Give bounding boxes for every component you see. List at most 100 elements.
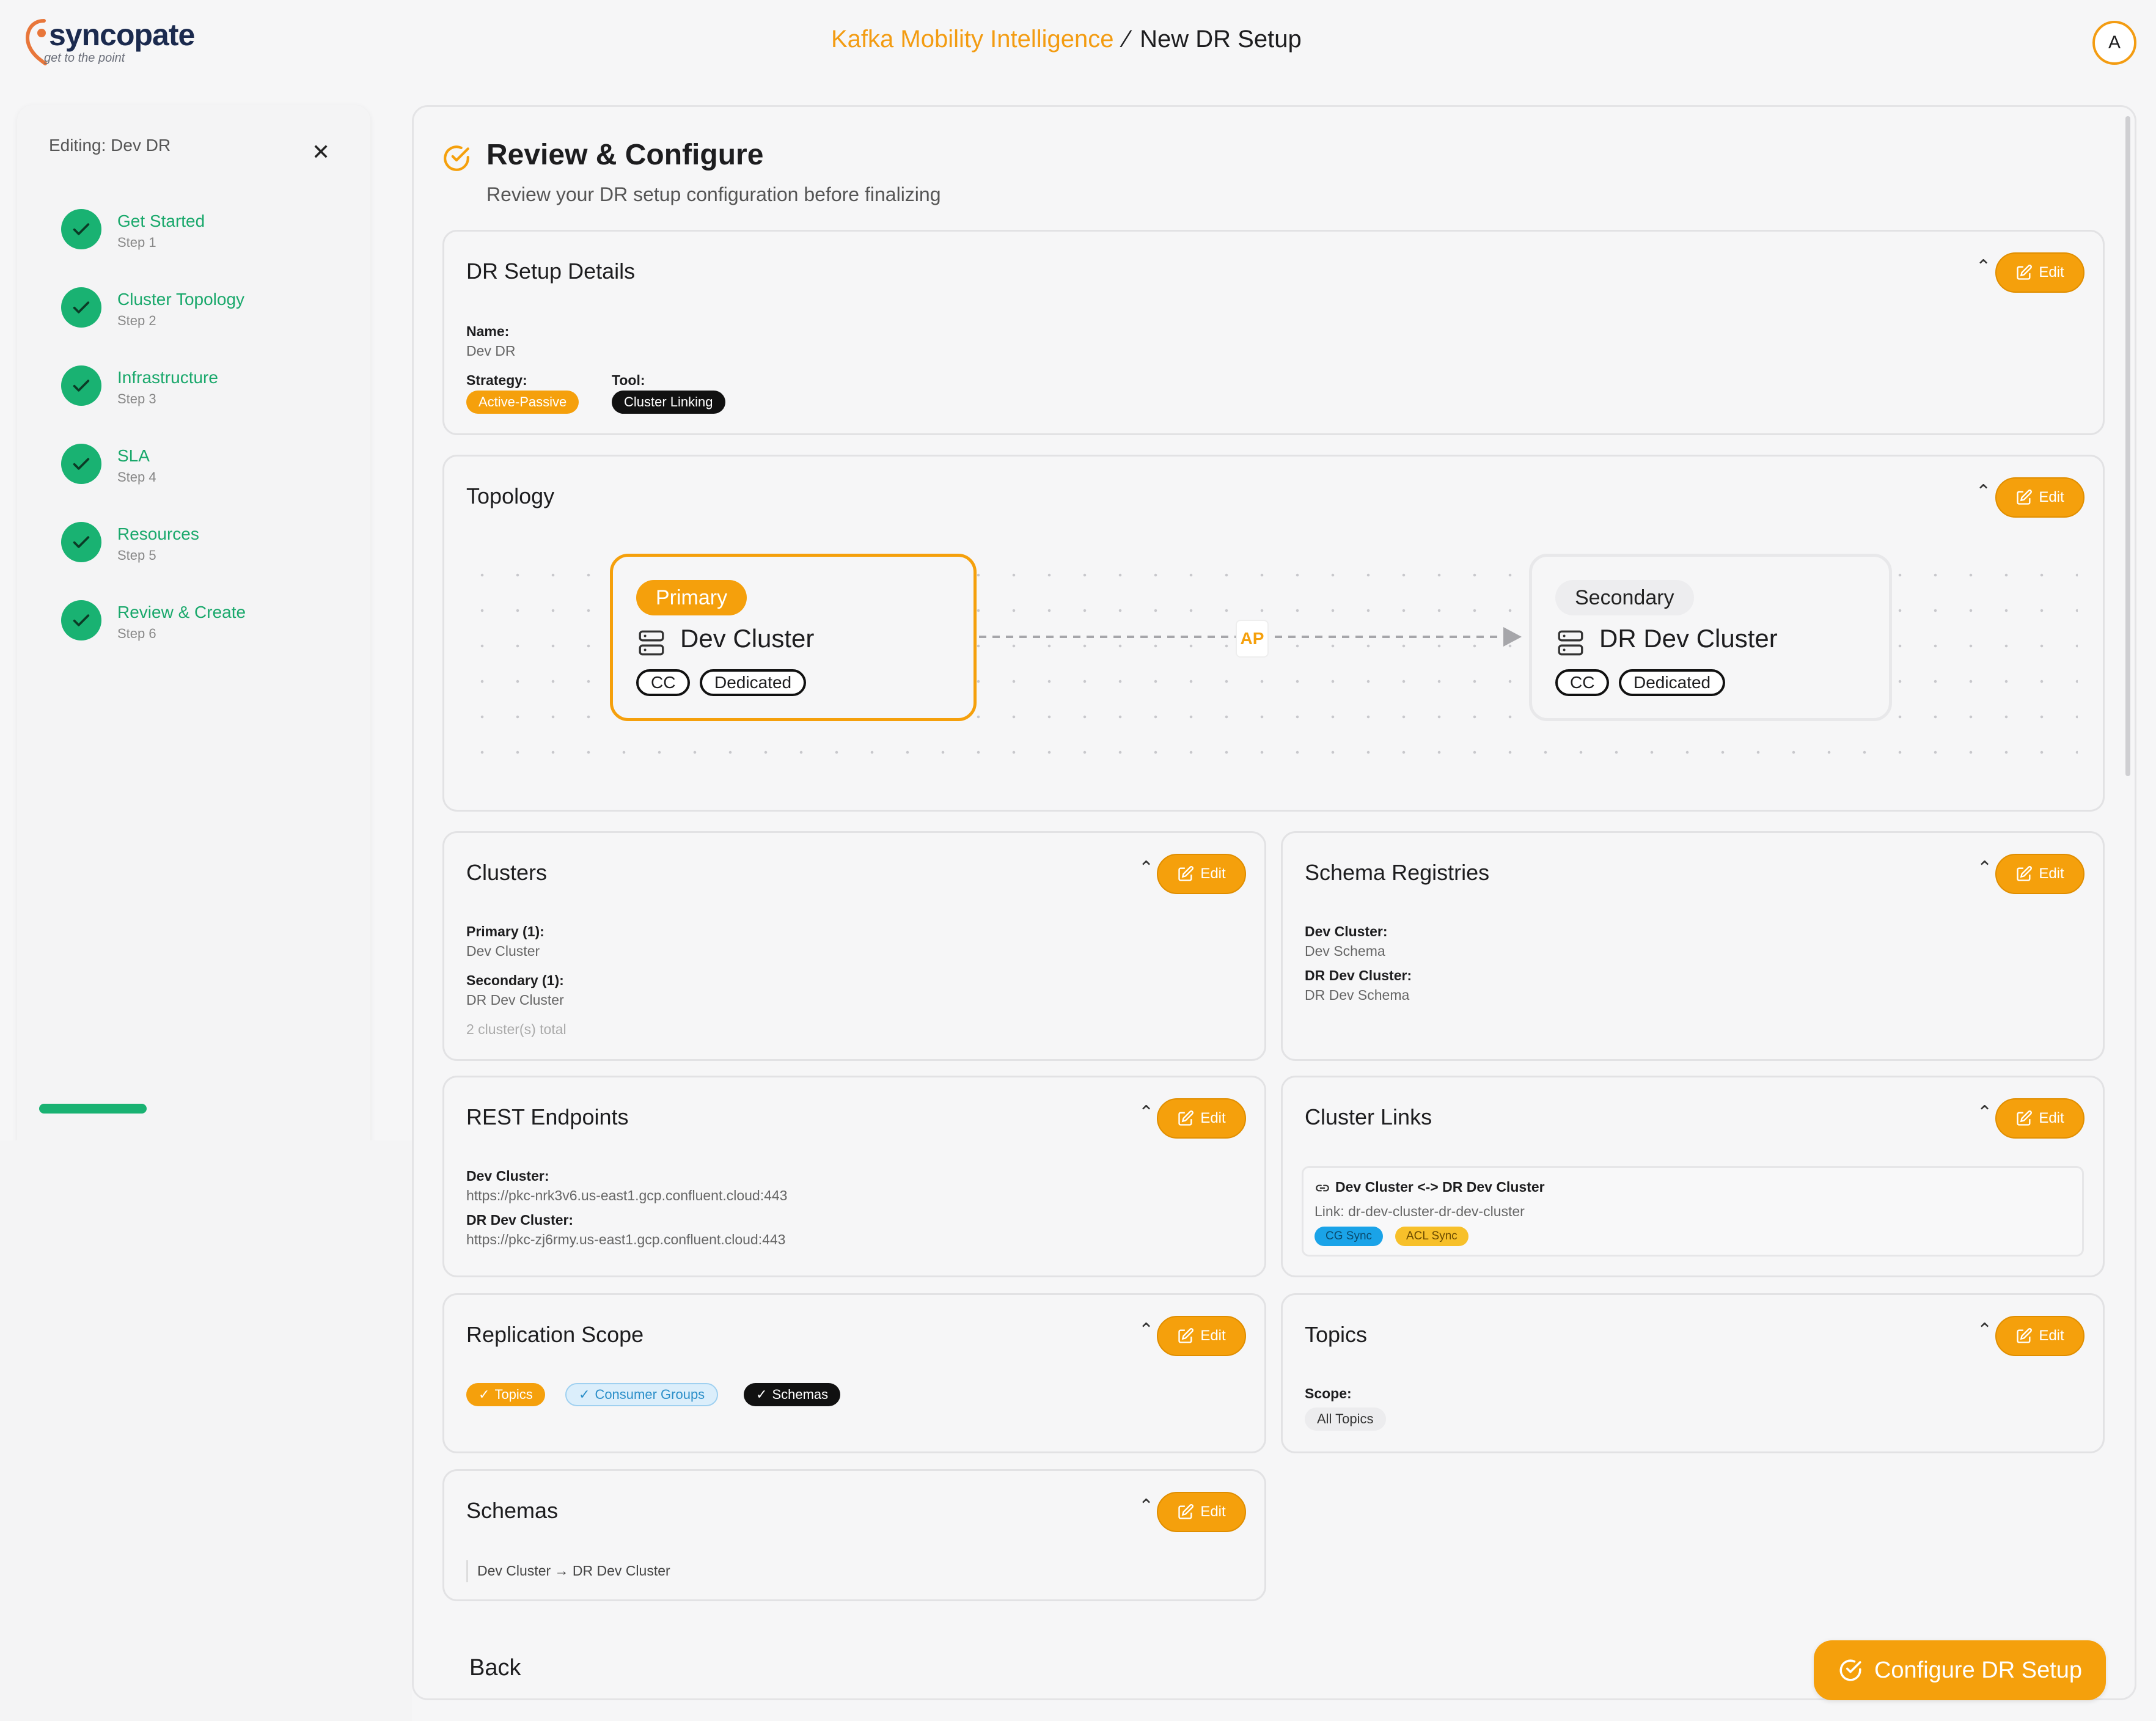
sidebar-step-review-create[interactable]: Review & Create Step 6 xyxy=(61,600,354,661)
tool-label: Tool: xyxy=(612,372,645,388)
edit-cluster-links-button[interactable]: Edit xyxy=(1995,1098,2084,1139)
strategy-label: Strategy: xyxy=(466,372,527,388)
check-icon xyxy=(61,209,101,249)
check-icon xyxy=(61,522,101,562)
chevron-up-icon[interactable]: ⌃ xyxy=(1977,1319,1992,1341)
check-icon: ✓ xyxy=(479,1387,490,1402)
step-number: Step 1 xyxy=(117,235,156,250)
cluster-type-tag: CC xyxy=(636,669,691,696)
chevron-up-icon[interactable]: ⌃ xyxy=(1138,1495,1154,1517)
primary-cluster-node[interactable]: Primary Dev Cluster CC Dedicated xyxy=(610,554,977,721)
edit-rest-endpoints-button[interactable]: Edit xyxy=(1157,1098,1246,1139)
edit-label: Edit xyxy=(2039,1110,2064,1126)
wizard-progress-bar xyxy=(39,1104,147,1114)
card-title: Schema Registries xyxy=(1305,860,1490,885)
edit-label: Edit xyxy=(2039,264,2064,281)
cluster-link-title: Dev Cluster <-> DR Dev Cluster xyxy=(1335,1179,1545,1195)
check-icon xyxy=(61,365,101,406)
step-label: SLA xyxy=(117,446,150,465)
edit-clusters-button[interactable]: Edit xyxy=(1157,854,1246,894)
sidebar-step-sla[interactable]: SLA Step 4 xyxy=(61,444,354,505)
primary-cluster-name: Dev Cluster xyxy=(680,624,815,653)
registry-b-value: DR Dev Schema xyxy=(1305,987,1410,1003)
edit-icon xyxy=(1178,1328,1194,1343)
edit-icon xyxy=(2017,1328,2033,1343)
step-label: Review & Create xyxy=(117,603,246,622)
secondary-cluster-node[interactable]: Secondary DR Dev Cluster CC Dedicated xyxy=(1529,554,1892,721)
registry-a-value: Dev Schema xyxy=(1305,943,1385,959)
sidebar-step-get-started[interactable]: Get Started Step 1 xyxy=(61,209,354,270)
breadcrumb-separator: ∕ xyxy=(1124,26,1129,53)
back-button[interactable]: Back xyxy=(469,1655,521,1681)
chevron-up-icon[interactable]: ⌃ xyxy=(1976,481,1991,502)
step-number: Step 2 xyxy=(117,313,156,328)
edit-label: Edit xyxy=(2039,1327,2064,1344)
edit-replication-scope-button[interactable]: Edit xyxy=(1157,1316,1246,1356)
rest-endpoints-card: REST Endpoints ⌃ Edit Dev Cluster: https… xyxy=(442,1076,1266,1277)
registry-b-label: DR Dev Cluster: xyxy=(1305,967,1412,983)
edit-details-button[interactable]: Edit xyxy=(1995,252,2084,293)
cluster-link-item[interactable]: Dev Cluster <-> DR Dev Cluster Link: dr-… xyxy=(1302,1166,2084,1257)
server-icon xyxy=(1558,630,1583,656)
edit-schema-registries-button[interactable]: Edit xyxy=(1995,854,2084,894)
secondary-value: DR Dev Cluster xyxy=(466,992,564,1008)
sidebar-step-infrastructure[interactable]: Infrastructure Step 3 xyxy=(61,365,354,427)
step-label: Resources xyxy=(117,524,199,543)
card-title: DR Setup Details xyxy=(466,259,636,284)
edit-icon xyxy=(2017,265,2033,280)
chevron-up-icon[interactable]: ⌃ xyxy=(1138,1319,1154,1341)
card-title: REST Endpoints xyxy=(466,1104,629,1129)
user-avatar[interactable]: A xyxy=(2092,21,2136,65)
edit-label: Edit xyxy=(2039,489,2064,505)
page-header-title: Kafka Mobility Intelligence ∕ New DR Setup xyxy=(831,26,1302,53)
edit-icon xyxy=(1178,1504,1194,1519)
sidebar-lower-area xyxy=(0,1140,412,1721)
chevron-up-icon[interactable]: ⌃ xyxy=(1976,256,1991,277)
sidebar-step-cluster-topology[interactable]: Cluster Topology Step 2 xyxy=(61,287,354,348)
brand-title[interactable]: Kafka Mobility Intelligence xyxy=(831,26,1113,53)
edit-icon xyxy=(2017,866,2033,881)
primary-role-pill: Primary xyxy=(636,580,747,615)
edit-icon xyxy=(1178,1110,1194,1126)
card-title: Topology xyxy=(466,483,555,508)
edit-topology-button[interactable]: Edit xyxy=(1995,477,2084,518)
step-label: Cluster Topology xyxy=(117,290,245,309)
card-title: Clusters xyxy=(466,860,548,885)
check-circle-icon xyxy=(441,143,472,177)
scope-topics-label: Topics xyxy=(494,1387,533,1402)
configure-dr-setup-button[interactable]: Configure DR Setup xyxy=(1814,1640,2106,1700)
strategy-badge: Active-Passive xyxy=(466,391,579,414)
edit-icon xyxy=(2017,1110,2033,1126)
cluster-tier-tag: Dedicated xyxy=(1619,669,1726,696)
cluster-type-tag: CC xyxy=(1555,669,1610,696)
sidebar-step-resources[interactable]: Resources Step 5 xyxy=(61,522,354,583)
main-scrollbar[interactable] xyxy=(2125,116,2130,776)
check-icon: ✓ xyxy=(579,1387,590,1402)
logo-tagline: get to the point xyxy=(44,51,125,65)
step-number: Step 3 xyxy=(117,391,156,406)
scope-consumer-groups-badge: ✓ Consumer Groups xyxy=(565,1383,719,1406)
chevron-up-icon[interactable]: ⌃ xyxy=(1977,1102,1992,1123)
close-icon[interactable]: ✕ xyxy=(312,139,330,165)
edit-label: Edit xyxy=(1200,1327,1226,1344)
clusters-total: 2 cluster(s) total xyxy=(466,1021,566,1037)
card-title: Schemas xyxy=(466,1498,559,1523)
secondary-cluster-name: DR Dev Cluster xyxy=(1599,624,1778,653)
step-label: Infrastructure xyxy=(117,368,218,387)
topics-card: Topics ⌃ Edit Scope: All Topics xyxy=(1281,1293,2105,1453)
chevron-up-icon[interactable]: ⌃ xyxy=(1138,857,1154,879)
clusters-card: Clusters ⌃ Edit Primary (1): Dev Cluster… xyxy=(442,831,1266,1061)
check-icon xyxy=(61,444,101,484)
cg-sync-badge: CG Sync xyxy=(1314,1227,1384,1246)
name-label: Name: xyxy=(466,323,510,339)
logo[interactable]: syncopate get to the point xyxy=(23,17,219,72)
chevron-up-icon[interactable]: ⌃ xyxy=(1138,1102,1154,1123)
schema-mapping: Dev Cluster → DR Dev Cluster xyxy=(477,1563,670,1579)
link-type-tag[interactable]: AP xyxy=(1236,620,1269,658)
edit-schemas-button[interactable]: Edit xyxy=(1157,1492,1246,1532)
configure-label: Configure DR Setup xyxy=(1874,1657,2083,1683)
step-number: Step 5 xyxy=(117,548,156,563)
edit-topics-button[interactable]: Edit xyxy=(1995,1316,2084,1356)
acl-sync-badge: ACL Sync xyxy=(1395,1227,1469,1246)
chevron-up-icon[interactable]: ⌃ xyxy=(1977,857,1992,879)
